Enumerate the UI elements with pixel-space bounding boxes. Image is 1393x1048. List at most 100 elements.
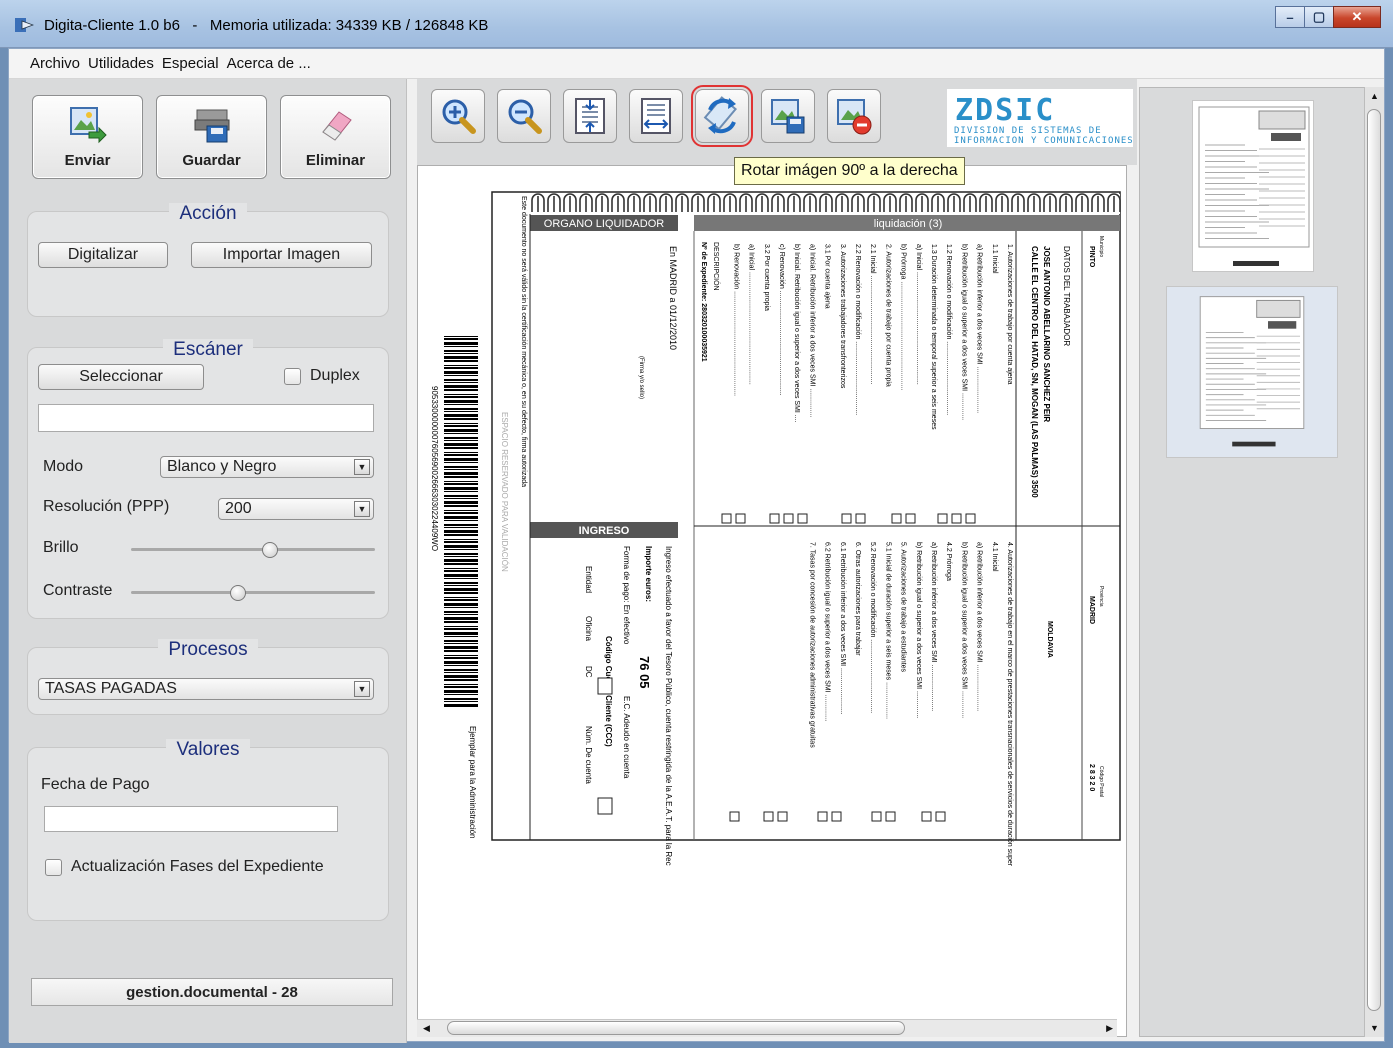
liquidacion-item: 1. Autorizaciones de trabajo por cuenta … xyxy=(1006,244,1013,385)
liquidacion-item: b) Retribución igual o superior a dos ve… xyxy=(960,244,967,420)
barcode-bar xyxy=(444,650,478,652)
import-image-button[interactable]: Importar Imagen xyxy=(191,242,372,268)
valores-group: Valores Fecha de Pago Actualización Fase… xyxy=(27,739,389,921)
scanner-device-field[interactable] xyxy=(38,404,374,432)
barcode-bar xyxy=(444,698,478,700)
liquidacion-item: 4.2 Prórroga xyxy=(945,542,952,581)
datos-header: DATOS DEL TRABAJADOR xyxy=(1062,246,1071,346)
worker-name: JOSE ANTONIO ABELLARINO SANCHEZ PEIR xyxy=(1042,246,1051,422)
liquidacion-header: liquidación (3) xyxy=(874,218,942,230)
delete-button[interactable]: Eliminar xyxy=(280,95,391,179)
select-scanner-button[interactable]: Seleccionar xyxy=(38,364,204,390)
barcode-bar xyxy=(444,701,478,702)
barcode-bar xyxy=(444,539,478,540)
barcode-bar xyxy=(444,411,478,412)
contrast-slider-thumb[interactable] xyxy=(230,585,247,601)
barcode-bar xyxy=(444,382,478,383)
save-button[interactable]: Guardar xyxy=(156,95,267,179)
send-label: Enviar xyxy=(64,152,111,169)
brightness-label: Brillo xyxy=(43,539,79,556)
brightness-slider-thumb[interactable] xyxy=(262,542,279,558)
scroll-left-icon[interactable]: ◀ xyxy=(423,1023,430,1034)
accion-group: Acción Digitalizar Importar Imagen xyxy=(27,203,389,317)
save-image-button[interactable] xyxy=(761,89,815,143)
scroll-down-icon[interactable]: ▼ xyxy=(1370,1023,1379,1033)
mode-label: Modo xyxy=(43,458,84,475)
procesos-select[interactable]: TASAS PAGADAS ▼ xyxy=(38,678,374,700)
digitalizar-button[interactable]: Digitalizar xyxy=(38,242,168,268)
save-icon xyxy=(194,109,230,143)
barcode xyxy=(444,336,478,707)
maximize-button[interactable]: ▢ xyxy=(1304,6,1334,28)
barcode-bar xyxy=(444,466,478,468)
liquidacion-item: b) Renovación ..........................… xyxy=(732,244,739,396)
scroll-right-icon[interactable]: ▶ xyxy=(1106,1023,1113,1034)
menu-archivo[interactable]: Archivo xyxy=(30,55,80,72)
fases-checkbox[interactable] xyxy=(45,859,62,876)
contrast-label: Contraste xyxy=(43,582,113,599)
barcode-bar xyxy=(444,346,478,347)
fases-label: Actualización Fases del Expediente xyxy=(71,858,324,875)
procesos-title: Procesos xyxy=(158,639,258,660)
liquidacion-item: 2.2 Renovación o modificación ..........… xyxy=(854,244,861,415)
barcode-bar xyxy=(444,396,478,398)
brightness-slider[interactable] xyxy=(131,548,375,551)
delete-image-button[interactable] xyxy=(827,89,881,143)
scroll-up-icon[interactable]: ▲ xyxy=(1370,91,1379,101)
barcode-bar xyxy=(444,360,478,362)
fecha-pago-input[interactable] xyxy=(44,806,338,832)
scanner-title: Escáner xyxy=(163,339,253,360)
logo-wordmark: ZDSIC xyxy=(955,93,1056,128)
send-button[interactable]: Enviar xyxy=(32,95,143,179)
page-thumbnail-2[interactable] xyxy=(1166,286,1338,458)
fit-width-icon xyxy=(641,98,671,134)
status-bar: gestion.documental - 28 xyxy=(31,978,393,1006)
scanned-document: ORGANO LIQUIDADOR liquidación (3) INGRES… xyxy=(430,191,1121,932)
resolution-select[interactable]: 200 ▼ xyxy=(218,498,374,520)
barcode-bar xyxy=(444,495,478,497)
liquidacion-item: 2. Autorizaciones de trabajo por cuenta … xyxy=(884,244,891,387)
barcode-bar xyxy=(444,570,478,572)
horizontal-scrollbar[interactable]: ◀ ▶ xyxy=(417,1019,1117,1037)
forma-pago: Forma de pago: En efectivo xyxy=(622,546,631,645)
entidad-label: Entidad xyxy=(584,566,593,593)
importe-value: 76 05 xyxy=(637,656,652,689)
vertical-scroll-thumb[interactable] xyxy=(1367,109,1381,1011)
barcode-bar xyxy=(444,585,478,586)
duplex-checkbox[interactable] xyxy=(284,368,301,385)
liquidacion-item: 5.1 Inicial de duración superior a seis … xyxy=(884,542,891,719)
barcode-bar xyxy=(444,418,478,420)
fit-page-button[interactable] xyxy=(563,89,617,143)
contrast-slider[interactable] xyxy=(131,591,375,594)
liquidacion-item: 6. Otras autorizaciones para trabajar xyxy=(854,542,861,656)
liquidacion-item: 7. Tasas por concesión de autorizaciones… xyxy=(808,542,815,748)
zoom-in-button[interactable] xyxy=(431,89,485,143)
minimize-button[interactable]: – xyxy=(1275,6,1305,28)
firma-text: (Firma y/o sello) xyxy=(638,356,644,399)
menu-especial[interactable]: Especial xyxy=(162,55,219,72)
liquidacion-item: 6.1 Retribución inferior a dos veces SMI… xyxy=(839,542,846,715)
rotate-right-button[interactable] xyxy=(691,85,753,147)
oficina-label: Oficina xyxy=(584,616,593,641)
fit-width-button[interactable] xyxy=(629,89,683,143)
barcode-bar xyxy=(444,336,478,337)
horizontal-scroll-thumb[interactable] xyxy=(447,1021,905,1035)
aviso-text: Este documento no será válido sin la cer… xyxy=(520,196,527,487)
zoom-out-button[interactable] xyxy=(497,89,551,143)
liquidacion-item: b) Retribución igual o superior a dos ve… xyxy=(960,542,967,718)
document-viewer[interactable]: ORGANO LIQUIDADOR liquidación (3) INGRES… xyxy=(417,165,1127,1037)
thumbnail-mark xyxy=(1271,133,1301,141)
menu-acerca-de[interactable]: Acerca de ... xyxy=(227,55,311,72)
mode-select[interactable]: Blanco y Negro ▼ xyxy=(160,456,374,478)
barcode-bar xyxy=(444,423,478,424)
barcode-bar xyxy=(444,545,478,548)
barcode-bar xyxy=(444,690,478,693)
barcode-bar xyxy=(444,686,478,688)
menu-utilidades[interactable]: Utilidades xyxy=(88,55,154,72)
zoom-out-icon xyxy=(508,99,542,134)
vertical-scrollbar[interactable]: ▲ ▼ xyxy=(1364,87,1384,1037)
page-thumbnail-1[interactable] xyxy=(1192,100,1314,272)
close-button[interactable]: ✕ xyxy=(1333,6,1381,28)
rotate-right-icon xyxy=(703,96,738,134)
barcode-bar xyxy=(444,556,478,557)
